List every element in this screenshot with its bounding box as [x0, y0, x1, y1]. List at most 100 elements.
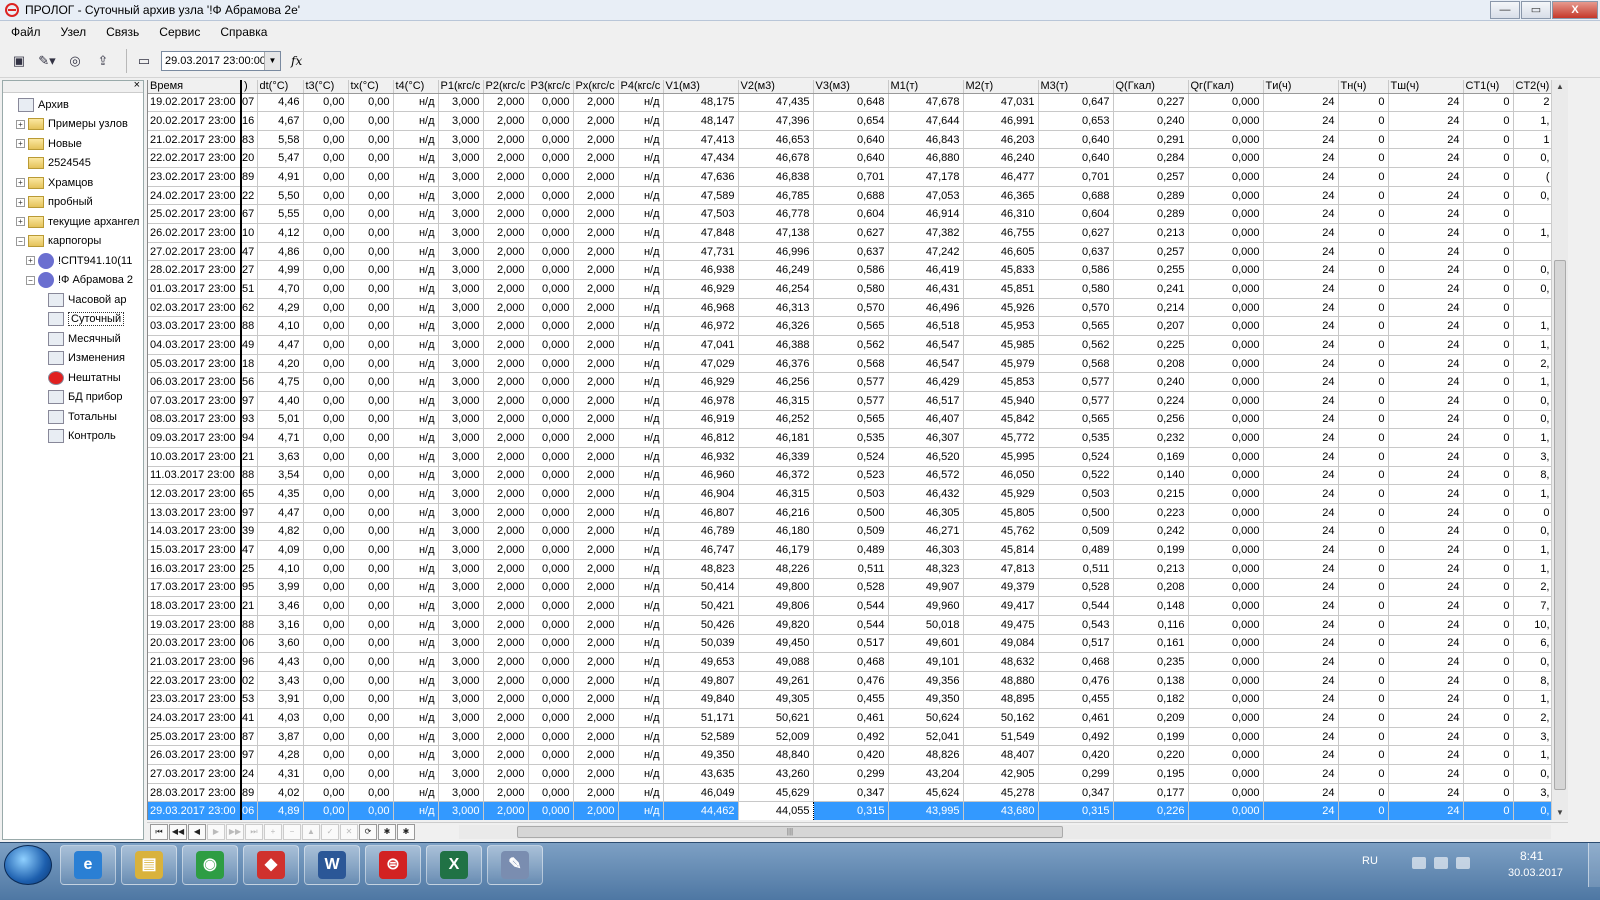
table-cell[interactable]: 0,640	[813, 130, 889, 150]
table-cell[interactable]: 0,000	[528, 652, 574, 672]
table-cell[interactable]: 46,388	[738, 335, 814, 355]
table-cell[interactable]: 0	[1463, 410, 1514, 430]
table-cell[interactable]: 46,678	[738, 148, 814, 169]
table-cell[interactable]: 3,	[1513, 727, 1551, 747]
table-row[interactable]: 24.02.2017 23:00 22 5,50 0,00 0,00 н/д 3,000 2,…	[148, 186, 1551, 206]
table-cell[interactable]: н/д	[618, 316, 664, 337]
table-cell[interactable]: 22.03.2017 23:00	[148, 671, 242, 691]
table-cell[interactable]: 08.03.2017 23:00	[148, 410, 242, 430]
table-cell[interactable]: 0,00	[303, 466, 349, 486]
table-cell[interactable]: н/д	[618, 260, 664, 281]
table-cell[interactable]: 24	[1263, 279, 1339, 299]
table-cell[interactable]: 3,60	[257, 634, 304, 654]
table-cell[interactable]: 2,000	[573, 391, 619, 411]
table-cell[interactable]: 0,000	[528, 223, 574, 243]
table-cell[interactable]: 46,518	[888, 316, 964, 337]
table-cell[interactable]: 0,577	[813, 391, 889, 411]
table-cell[interactable]: 24	[1263, 540, 1339, 560]
table-cell[interactable]: 0,000	[528, 484, 574, 504]
table-cell[interactable]: 0,489	[1038, 540, 1114, 560]
table-cell[interactable]: 0,000	[1188, 615, 1264, 635]
tree-node[interactable]: Часовой ар	[3, 290, 143, 310]
table-cell[interactable]: 0	[1338, 764, 1389, 784]
column-header[interactable]: P4(кгс/с	[618, 80, 664, 94]
table-cell[interactable]: 0,544	[1038, 596, 1114, 616]
table-cell[interactable]: 0,00	[348, 484, 394, 504]
table-cell[interactable]: 4,47	[257, 335, 304, 355]
table-cell[interactable]: 3,000	[438, 522, 484, 542]
insert-icon[interactable]: +	[264, 823, 282, 840]
table-cell[interactable]: 49	[241, 335, 258, 355]
table-row[interactable]: 19.02.2017 23:00 07 4,46 0,00 0,00 н/д 3,000 2,…	[148, 93, 1551, 113]
table-cell[interactable]: 0,00	[348, 93, 394, 113]
table-cell[interactable]: 2,000	[483, 447, 529, 467]
table-cell[interactable]: 0	[1463, 372, 1514, 392]
table-cell[interactable]: 44,462	[663, 801, 739, 820]
table-cell[interactable]: 67	[241, 204, 258, 225]
expand-toggle-icon[interactable]: +	[16, 119, 25, 129]
table-cell[interactable]: 24	[1263, 727, 1339, 747]
table-cell[interactable]: 24	[1263, 316, 1339, 337]
table-cell[interactable]: 0	[1338, 223, 1389, 243]
table-cell[interactable]: 0	[1463, 745, 1514, 766]
table-cell[interactable]: 0,000	[528, 130, 574, 150]
table-cell[interactable]: 46,960	[663, 466, 739, 486]
table-cell[interactable]: н/д	[618, 783, 664, 803]
table-cell[interactable]: 0,00	[348, 764, 394, 784]
table-cell[interactable]: 10	[241, 223, 258, 243]
table-cell[interactable]: 2,000	[483, 204, 529, 225]
table-cell[interactable]: 46,755	[963, 223, 1039, 243]
table-cell[interactable]: 46,419	[888, 260, 964, 281]
table-cell[interactable]: 46,315	[738, 391, 814, 411]
table-cell[interactable]: 0,000	[528, 204, 574, 225]
table-cell[interactable]: 0,00	[348, 652, 394, 672]
table-cell[interactable]: 0,207	[1113, 316, 1189, 337]
table-row[interactable]: 06.03.2017 23:00 56 4,75 0,00 0,00 н/д 3,000 2,…	[148, 372, 1551, 392]
table-cell[interactable]: 24	[1263, 111, 1339, 131]
menu-service[interactable]: Сервис	[156, 24, 203, 40]
table-cell[interactable]: 7,	[1513, 596, 1551, 616]
table-cell[interactable]: 0	[1338, 410, 1389, 430]
table-cell[interactable]: 02.03.2017 23:00	[148, 298, 242, 318]
table-cell[interactable]: 47,434	[663, 148, 739, 169]
table-cell[interactable]: 24	[1388, 708, 1464, 728]
table-cell[interactable]: 0,000	[528, 727, 574, 747]
table-cell[interactable]: 46,249	[738, 260, 814, 281]
table-cell[interactable]: 0	[1463, 484, 1514, 504]
table-cell[interactable]: 0,637	[1038, 242, 1114, 262]
table-cell[interactable]: 0,289	[1113, 204, 1189, 225]
table-cell[interactable]: 0	[1463, 503, 1514, 523]
table-cell[interactable]: н/д	[393, 223, 439, 243]
table-row[interactable]: 21.02.2017 23:00 83 5,58 0,00 0,00 н/д 3,000 2,…	[148, 130, 1551, 150]
table-cell[interactable]: 21	[241, 447, 258, 467]
table-cell[interactable]: 0	[1338, 148, 1389, 169]
table-cell[interactable]: 24	[1263, 391, 1339, 411]
table-cell[interactable]: 0,209	[1113, 708, 1189, 728]
table-cell[interactable]: 0,00	[348, 559, 394, 579]
table-cell[interactable]: 0,235	[1113, 652, 1189, 672]
table-cell[interactable]: 24	[1388, 260, 1464, 281]
table-cell[interactable]: 0,000	[528, 186, 574, 206]
table-cell[interactable]: 0	[1463, 596, 1514, 616]
table-row[interactable]: 20.03.2017 23:00 06 3,60 0,00 0,00 н/д 3,000 2,…	[148, 634, 1551, 654]
table-cell[interactable]: 24	[1263, 204, 1339, 225]
table-cell[interactable]: 3,99	[257, 578, 304, 598]
tree-node[interactable]: Контроль	[3, 427, 143, 447]
menu-connection[interactable]: Связь	[103, 24, 142, 40]
table-cell[interactable]: н/д	[618, 652, 664, 672]
table-cell[interactable]: 23.03.2017 23:00	[148, 690, 242, 710]
table-cell[interactable]: 52,009	[738, 727, 814, 747]
table-cell[interactable]: 0,116	[1113, 615, 1189, 635]
table-cell[interactable]: 0,701	[1038, 167, 1114, 187]
table-cell[interactable]: 0,00	[348, 428, 394, 448]
table-cell[interactable]: 43,204	[888, 764, 964, 784]
table-cell[interactable]: 46,653	[738, 130, 814, 150]
table-cell[interactable]: 2,000	[483, 522, 529, 542]
expand-toggle-icon[interactable]: −	[26, 275, 35, 285]
table-cell[interactable]: 24	[1388, 503, 1464, 523]
table-cell[interactable]: 24.02.2017 23:00	[148, 186, 242, 206]
table-cell[interactable]: 50,162	[963, 708, 1039, 728]
table-cell[interactable]: 0,580	[813, 279, 889, 299]
table-cell[interactable]: 0,500	[813, 503, 889, 523]
table-cell[interactable]: 2,000	[573, 223, 619, 243]
